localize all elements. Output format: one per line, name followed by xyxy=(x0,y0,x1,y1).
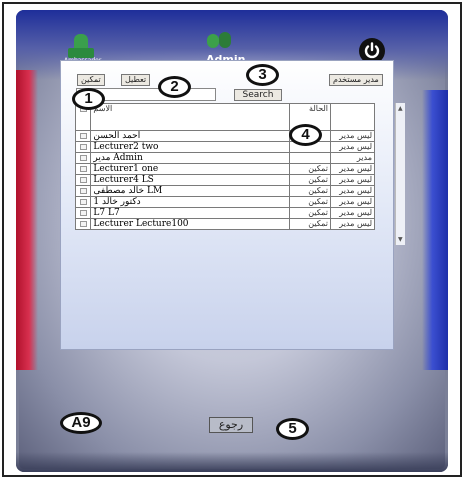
row-select[interactable] xyxy=(74,196,92,208)
table-header-row: الاسم الحالة xyxy=(74,103,375,131)
header-name: الاسم xyxy=(90,103,290,131)
back-button[interactable]: رجوع xyxy=(209,417,253,433)
table-row[interactable]: L7 L7 تمكين ليس مدير xyxy=(74,207,375,219)
table-row[interactable]: 1 دكتور خالد تمكين ليس مدير xyxy=(74,196,375,208)
row-select[interactable] xyxy=(74,174,92,186)
search-button[interactable]: Search xyxy=(234,89,282,101)
checkbox-icon[interactable] xyxy=(79,176,87,183)
user-role: ليس مدير xyxy=(330,163,375,175)
scroll-down-icon[interactable]: ▼ xyxy=(398,236,403,243)
disable-button[interactable]: تعطيل xyxy=(121,74,151,86)
row-select[interactable] xyxy=(74,163,92,175)
table-row[interactable]: Lecturer Lecture100 تمكين ليس مدير xyxy=(74,218,375,230)
checkbox-icon[interactable] xyxy=(79,165,87,172)
user-name: Lecturer4 LS xyxy=(90,174,290,186)
user-name: خالد مصطفى LM xyxy=(90,185,290,197)
user-status: تمكين xyxy=(288,185,332,197)
row-select[interactable] xyxy=(74,185,92,197)
user-name: Lecturer Lecture100 xyxy=(90,218,290,230)
user-status: تمكين xyxy=(288,174,332,186)
set-admin-button[interactable]: مدير مستخدم xyxy=(329,74,383,86)
frame-right-accent xyxy=(422,90,448,370)
user-name: L7 L7 xyxy=(90,207,290,219)
user-role: مدير xyxy=(330,152,375,164)
callout-1: 1 xyxy=(72,88,105,110)
checkbox-icon[interactable] xyxy=(79,209,87,216)
checkbox-icon[interactable] xyxy=(79,132,87,139)
user-status xyxy=(288,152,332,164)
user-role: ليس مدير xyxy=(330,174,375,186)
row-select[interactable] xyxy=(74,218,92,230)
user-role: ليس مدير xyxy=(330,218,375,230)
frame-bottom-shadow xyxy=(16,452,448,472)
user-name: أحمد الحسن xyxy=(90,130,290,142)
table-row[interactable]: Lecturer1 one تمكين ليس مدير xyxy=(74,163,375,175)
user-status: تمكين xyxy=(288,207,332,219)
callout-2: 2 xyxy=(158,76,191,98)
callout-4: 4 xyxy=(289,124,322,146)
user-role: ليس مدير xyxy=(330,207,375,219)
table-row[interactable]: أحمد الحسن ليس مدير xyxy=(74,130,375,142)
user-name: Lecturer2 two xyxy=(90,141,290,153)
row-select[interactable] xyxy=(74,130,92,142)
table-row[interactable]: Lecturer2 two ليس مدير xyxy=(74,141,375,153)
row-select[interactable] xyxy=(74,141,92,153)
enable-button[interactable]: تمكين xyxy=(77,74,105,86)
table-row[interactable]: مدير Admin مدير xyxy=(74,152,375,164)
admin-users-icon xyxy=(205,30,235,54)
scroll-up-icon[interactable]: ▲ xyxy=(398,105,403,112)
user-role: ليس مدير xyxy=(330,185,375,197)
callout-3: 3 xyxy=(246,64,279,86)
header-role xyxy=(330,103,375,131)
callout-a9: A9 xyxy=(60,412,102,434)
university-logo: Ambassador xyxy=(62,30,101,64)
callout-5: 5 xyxy=(276,418,309,440)
user-role: ليس مدير xyxy=(330,141,375,153)
checkbox-icon[interactable] xyxy=(79,187,87,194)
table-row[interactable]: خالد مصطفى LM تمكين ليس مدير xyxy=(74,185,375,197)
user-role: ليس مدير xyxy=(330,130,375,142)
checkbox-icon[interactable] xyxy=(79,220,87,227)
table-row[interactable]: Lecturer4 LS تمكين ليس مدير xyxy=(74,174,375,186)
checkbox-icon[interactable] xyxy=(79,198,87,205)
checkbox-icon[interactable] xyxy=(79,154,87,161)
user-figure-1 xyxy=(207,34,219,48)
user-status: تمكين xyxy=(288,196,332,208)
row-select[interactable] xyxy=(74,152,92,164)
user-name: مدير Admin xyxy=(90,152,290,164)
users-panel: تمكين تعطيل مدير مستخدم Search الاسم الح… xyxy=(60,60,405,350)
user-role: ليس مدير xyxy=(330,196,375,208)
checkbox-icon[interactable] xyxy=(79,143,87,150)
user-status: تمكين xyxy=(288,218,332,230)
row-select[interactable] xyxy=(74,207,92,219)
user-name: Lecturer1 one xyxy=(90,163,290,175)
user-status: تمكين xyxy=(288,163,332,175)
power-symbol xyxy=(364,42,380,59)
table-scrollbar[interactable]: ▲ ▼ xyxy=(395,103,405,245)
users-table: الاسم الحالة أحمد الحسن ليس مدير Lecture… xyxy=(74,103,375,230)
user-figure-2 xyxy=(219,32,231,48)
user-name: 1 دكتور خالد xyxy=(90,196,290,208)
frame-left-accent xyxy=(16,70,38,370)
